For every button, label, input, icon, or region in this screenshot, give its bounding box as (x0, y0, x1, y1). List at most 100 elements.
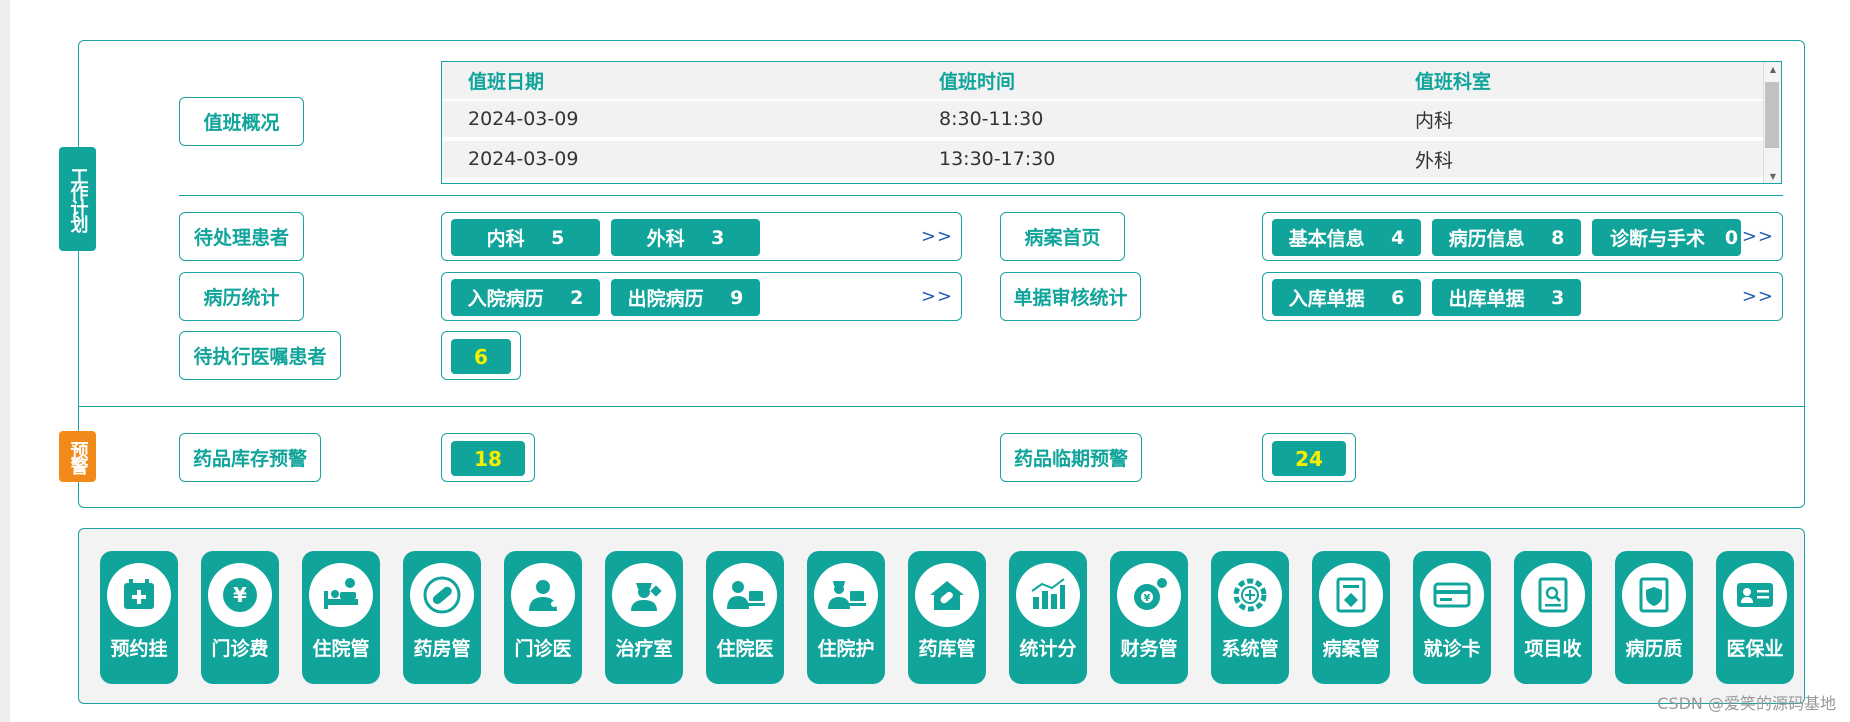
app-tile[interactable]: 医保业 (1716, 551, 1794, 684)
divider (179, 195, 1783, 196)
app-label: 病历质 (1625, 638, 1683, 660)
pending-orders-label[interactable]: 待执行医嘱患者 (179, 331, 341, 380)
app-label: 门诊医 (514, 638, 572, 660)
case-home-more-link[interactable]: >> (1742, 226, 1774, 247)
app-tile[interactable]: 就诊卡 (1413, 551, 1491, 684)
app-label: 系统管 (1221, 638, 1279, 660)
case-file-icon (1319, 563, 1383, 627)
left-edge-bar (0, 0, 10, 722)
app-tile[interactable]: 预约挂 (100, 551, 178, 684)
chip-surgery[interactable]: 外科 3 (611, 219, 760, 256)
svg-text:¥: ¥ (1144, 593, 1151, 604)
chip-internal[interactable]: 内科 5 (451, 219, 600, 256)
row-dept: 内科 (1415, 109, 1454, 132)
app-tile[interactable]: 住院医 (706, 551, 784, 684)
table-row: 2024-03-09 8:30-11:30 内科 (442, 99, 1764, 137)
duty-table-scrollbar[interactable]: ▲ ▼ (1763, 62, 1781, 183)
stock-warning-label[interactable]: 药品库存预警 (179, 433, 321, 482)
app-label: 住院医 (716, 638, 774, 660)
pending-more-link[interactable]: >> (921, 226, 953, 247)
card-icon (1420, 563, 1484, 627)
expiry-warning-label[interactable]: 药品临期预警 (1000, 433, 1142, 482)
duty-overview-label[interactable]: 值班概况 (179, 97, 304, 146)
row-date: 2024-03-09 (468, 148, 579, 170)
stock-warning-count[interactable]: 18 (451, 441, 525, 476)
pending-patients-box: 内科 5 外科 3 >> (441, 212, 962, 261)
shield-document-icon (1622, 563, 1686, 627)
case-home-box: 基本信息 4 病历信息 8 诊断与手术 0 >> (1262, 212, 1783, 261)
expiry-warning-count[interactable]: 24 (1272, 441, 1346, 476)
app-label: 住院管 (312, 638, 370, 660)
module-launcher: 预约挂 ¥ 门诊费 住院管 药房管 门诊医 治疗室 住院医 住院护 药库管 统计… (78, 528, 1805, 704)
app-label: 财务管 (1120, 638, 1178, 660)
system-gear-icon (1218, 563, 1282, 627)
app-tile[interactable]: ¥ 财务管 (1110, 551, 1188, 684)
app-tile[interactable]: 项目收 (1514, 551, 1592, 684)
voucher-review-more-link[interactable]: >> (1742, 286, 1774, 307)
scroll-down-icon[interactable]: ▼ (1770, 172, 1776, 181)
app-tile[interactable]: 统计分 (1009, 551, 1087, 684)
nurse-icon (612, 563, 676, 627)
case-home-label[interactable]: 病案首页 (1000, 212, 1125, 261)
app-label: 项目收 (1524, 638, 1582, 660)
record-stats-more-link[interactable]: >> (921, 286, 953, 307)
app-tile[interactable]: 门诊医 (504, 551, 582, 684)
chip-basic-info[interactable]: 基本信息 4 (1272, 219, 1421, 256)
expiry-warning-box: 24 (1262, 433, 1356, 482)
warning-tag: 预警 (59, 431, 96, 482)
table-row: 2024-03-09 13:30-17:30 外科 (442, 139, 1764, 177)
record-stats-label[interactable]: 病历统计 (179, 272, 304, 321)
app-label: 住院护 (817, 638, 875, 660)
doctor-desk-icon (713, 563, 777, 627)
duty-table-header: 值班日期 值班时间 值班科室 (442, 62, 1764, 99)
pending-patients-label[interactable]: 待处理患者 (179, 212, 304, 261)
chip-discharge-record[interactable]: 出院病历 9 (611, 279, 760, 316)
nurse-desk-icon (814, 563, 878, 627)
scroll-thumb[interactable] (1765, 82, 1779, 148)
chip-record-info[interactable]: 病历信息 8 (1432, 219, 1581, 256)
app-label: 就诊卡 (1423, 638, 1481, 660)
chip-inbound-voucher[interactable]: 入库单据 6 (1272, 279, 1421, 316)
app-label: 医保业 (1726, 638, 1784, 660)
row-time: 13:30-17:30 (939, 148, 1056, 170)
pill-icon (410, 563, 474, 627)
app-label: 门诊费 (211, 638, 269, 660)
chip-admission-record[interactable]: 入院病历 2 (451, 279, 600, 316)
app-label: 预约挂 (110, 638, 168, 660)
work-plan-tag: 工作计划 (59, 147, 96, 251)
id-card-icon (1723, 563, 1787, 627)
app-tile[interactable]: 药库管 (908, 551, 986, 684)
yen-coin-icon: ¥ (208, 563, 272, 627)
scroll-up-icon[interactable]: ▲ (1770, 65, 1776, 74)
app-tile[interactable]: 治疗室 (605, 551, 683, 684)
row-dept: 外科 (1415, 149, 1454, 172)
app-tile[interactable]: 住院护 (807, 551, 885, 684)
calendar-plus-icon (107, 563, 171, 627)
stock-warning-box: 18 (441, 433, 535, 482)
voucher-review-label[interactable]: 单据审核统计 (1000, 272, 1141, 321)
divider (78, 406, 1805, 407)
doctor-icon (511, 563, 575, 627)
app-tile[interactable]: 药房管 (403, 551, 481, 684)
app-tile[interactable]: 系统管 (1211, 551, 1289, 684)
header-time: 值班时间 (939, 71, 1016, 93)
pharmacy-house-icon (915, 563, 979, 627)
svg-text:¥: ¥ (233, 583, 247, 607)
watermark: CSDN @爱笑的源码基地 (1657, 694, 1836, 713)
finance-gear-icon: ¥ (1117, 563, 1181, 627)
header-date: 值班日期 (468, 71, 545, 93)
app-tile[interactable]: 住院管 (302, 551, 380, 684)
chip-diagnosis-surgery[interactable]: 诊断与手术 0 (1592, 219, 1741, 256)
chip-outbound-voucher[interactable]: 出库单据 3 (1432, 279, 1581, 316)
pending-orders-count[interactable]: 6 (451, 339, 511, 374)
duty-table: 值班日期 值班时间 值班科室 2024-03-09 8:30-11:30 内科 … (441, 61, 1782, 184)
app-tile[interactable]: 病案管 (1312, 551, 1390, 684)
header-dept: 值班科室 (1415, 71, 1492, 93)
record-stats-box: 入院病历 2 出院病历 9 >> (441, 272, 962, 321)
app-label: 统计分 (1019, 638, 1077, 660)
pending-orders-box: 6 (441, 331, 521, 380)
app-tile[interactable]: ¥ 门诊费 (201, 551, 279, 684)
app-tile[interactable]: 病历质 (1615, 551, 1693, 684)
row-date: 2024-03-09 (468, 108, 579, 130)
row-time: 8:30-11:30 (939, 108, 1044, 130)
